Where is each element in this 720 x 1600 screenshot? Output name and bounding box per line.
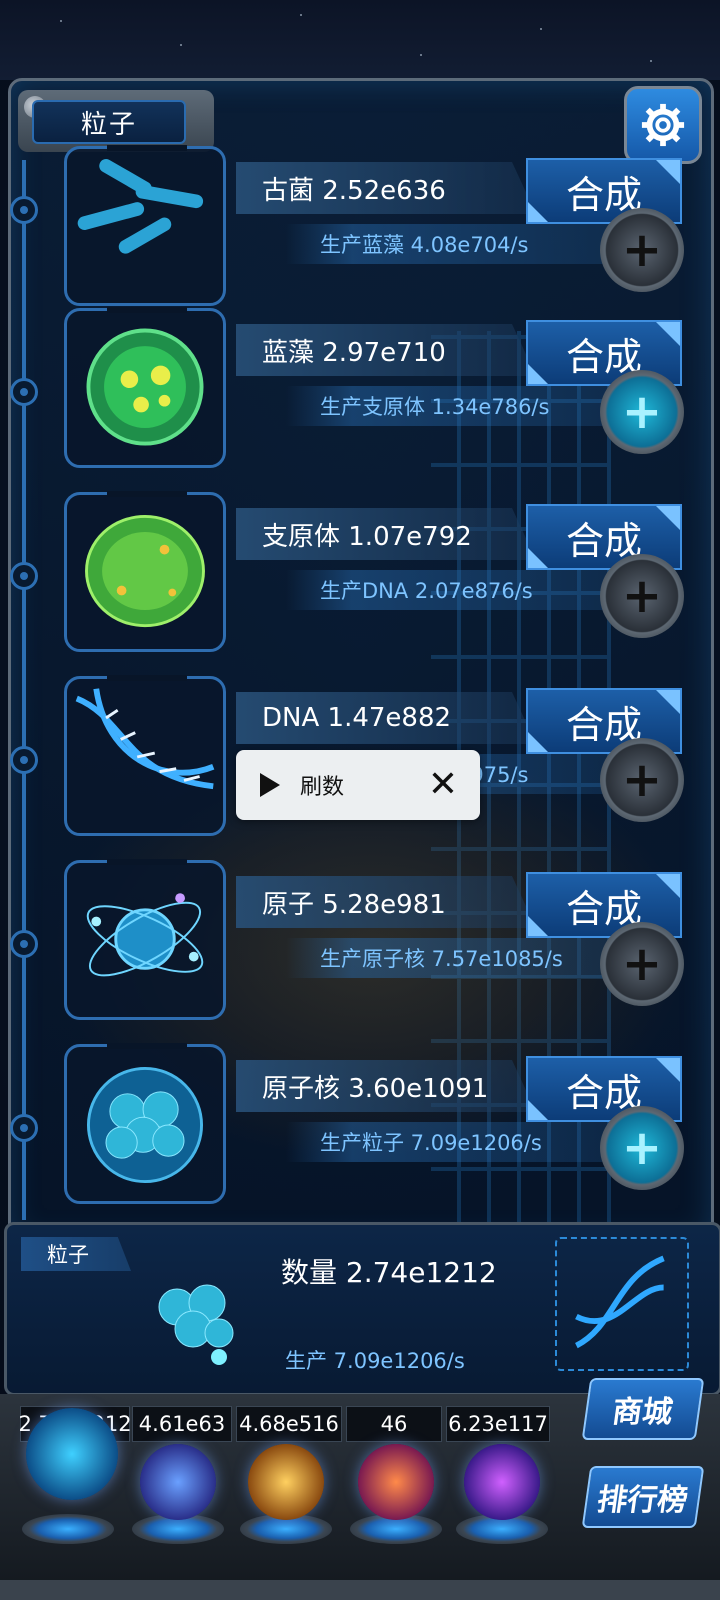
item-name: DNA 1.47e882 <box>236 692 536 744</box>
rail-node <box>10 378 38 406</box>
rail-node <box>10 930 38 958</box>
upgrade-button[interactable]: + <box>600 554 684 638</box>
bottom-frame <box>0 1580 720 1600</box>
ranking-button[interactable]: 排行榜 <box>581 1466 705 1528</box>
item-row-atom: 原子 5.28e981 合成 生产原子核 7.57e1085/s + <box>60 859 700 1030</box>
item-icon-box <box>64 675 226 836</box>
nucleus-icon <box>86 1066 204 1184</box>
timeline-rail <box>22 160 26 1220</box>
particle-info-panel: 粒子 数量 2.74e1212 生产 7.09e1206/s <box>4 1222 720 1396</box>
upgrade-button[interactable]: + <box>600 370 684 454</box>
upgrade-button[interactable]: + <box>600 208 684 292</box>
dna-frame <box>555 1237 689 1371</box>
particle-cluster-icon <box>158 1284 234 1365</box>
page-title: 粒子 <box>32 100 186 144</box>
item-icon-box <box>64 1043 226 1204</box>
play-icon <box>260 773 280 797</box>
item-row-cyanobacteria: 蓝藻 2.97e710 合成 生产支原体 1.34e786/s + <box>60 307 700 478</box>
upgrade-button[interactable]: + <box>600 1106 684 1190</box>
item-name: 原子 5.28e981 <box>236 876 536 928</box>
item-icon-box <box>64 491 226 652</box>
mycoplasma-icon <box>85 514 205 628</box>
production-rate: 生产蓝藻 4.08e704/s <box>286 224 616 264</box>
production-rate: 生产支原体 1.34e786/s <box>286 386 616 426</box>
plus-icon: + <box>621 936 663 992</box>
resource-matter: 4.68e516 <box>236 1406 342 1442</box>
brain-orb-button[interactable] <box>358 1444 434 1520</box>
item-name: 支原体 1.07e792 <box>236 508 536 560</box>
item-name: 古菌 2.52e636 <box>236 162 536 214</box>
plus-icon: + <box>621 752 663 808</box>
particle-rate: 生产 7.09e1206/s <box>285 1349 465 1373</box>
item-icon-box <box>64 307 226 468</box>
particle-quantity: 数量 2.74e1212 <box>281 1256 497 1289</box>
refresh-ad-popup[interactable]: 刷数 ✕ <box>236 750 480 820</box>
item-icon-box <box>64 145 226 306</box>
lightning-orb-button[interactable] <box>140 1444 216 1520</box>
plus-icon: + <box>621 1120 663 1176</box>
resource-energy: 4.61e63 <box>132 1406 232 1442</box>
plus-icon: + <box>621 568 663 624</box>
space-background <box>0 0 720 80</box>
plus-icon: + <box>621 384 663 440</box>
resource-brain: 46 <box>346 1406 442 1442</box>
item-name: 蓝藻 2.97e710 <box>236 324 536 376</box>
upgrade-button[interactable]: + <box>600 738 684 822</box>
item-icon-box <box>64 859 226 1020</box>
rail-node <box>10 1114 38 1142</box>
title-tab: 粒子 <box>18 90 214 152</box>
galaxy-orb-button[interactable] <box>248 1444 324 1520</box>
cyanobacteria-icon <box>86 328 204 446</box>
atom-icon <box>86 893 204 977</box>
production-rate: 生产原子核 7.57e1085/s <box>286 938 616 978</box>
gear-icon <box>641 103 685 147</box>
item-row-mycoplasma: 支原体 1.07e792 合成 生产DNA 2.07e876/s + <box>60 491 700 662</box>
info-tag: 粒子 <box>21 1237 131 1271</box>
upgrade-button[interactable]: + <box>600 922 684 1006</box>
dna-icon <box>575 1255 665 1349</box>
ad-label: 刷数 <box>300 775 345 800</box>
production-rate: 生产粒子 7.09e1206/s <box>286 1122 616 1162</box>
plus-icon: + <box>621 222 663 278</box>
resource-vortex: 6.23e117 <box>446 1406 550 1442</box>
production-rate: 生产DNA 2.07e876/s <box>286 570 616 610</box>
particle-orb-button[interactable] <box>26 1408 118 1500</box>
rail-node <box>10 746 38 774</box>
item-name: 原子核 3.60e1091 <box>236 1060 536 1112</box>
close-icon[interactable]: ✕ <box>428 764 458 805</box>
rail-node <box>10 196 38 224</box>
item-row-nucleus: 原子核 3.60e1091 合成 生产粒子 7.09e1206/s + <box>60 1043 700 1214</box>
rail-node <box>10 562 38 590</box>
item-row-archaea: 古菌 2.52e636 合成 生产蓝藻 4.08e704/s + <box>60 145 700 316</box>
vortex-orb-button[interactable] <box>464 1444 540 1520</box>
shop-button[interactable]: 商城 <box>581 1378 705 1440</box>
bacteria-icon <box>77 159 204 254</box>
dna-helix-icon <box>75 688 215 790</box>
